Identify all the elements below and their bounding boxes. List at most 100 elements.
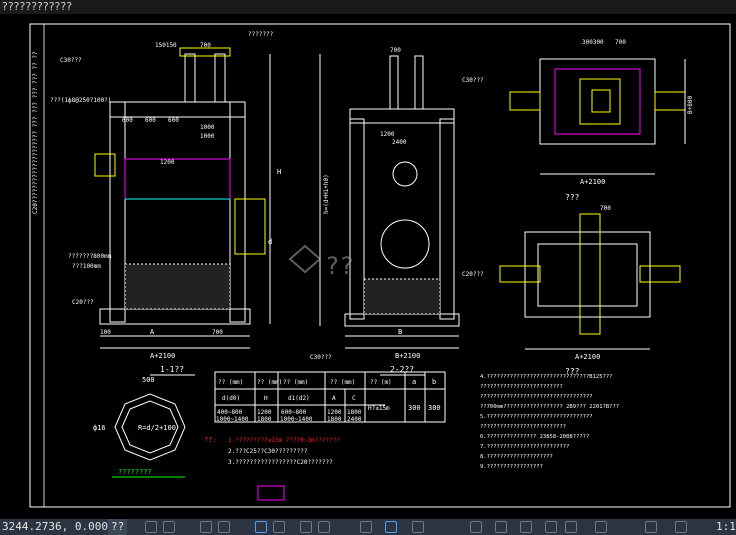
note-r-1: ????????????????????????? [480, 384, 563, 390]
td-r2-0: 400~800 [217, 409, 243, 416]
dim-2400-2: 2400 [392, 139, 407, 146]
wall-right [229, 101, 246, 323]
td-r2-4: 1800 [347, 409, 362, 416]
inner-chamber [124, 158, 231, 200]
ring-dim: 500 [142, 376, 155, 384]
dim-1000a: 1000 [200, 124, 215, 131]
notes-left-1: 1.?????????≤15m ????0~3m??????? [228, 437, 340, 444]
hardware-accel-icon[interactable] [565, 521, 577, 533]
td-r3-1: 1800 [257, 416, 272, 423]
ucs-icon[interactable] [470, 521, 482, 533]
notes-left-label: ??: [204, 436, 217, 444]
lineweight-icon[interactable] [300, 521, 312, 533]
watermark: ?? [288, 244, 354, 280]
title-bar: ???????????? [0, 0, 736, 14]
gravel-fill [124, 263, 231, 310]
wall-left [109, 101, 126, 323]
td-r1-2: d1(d2) [288, 395, 310, 402]
coords-readout: 3244.2736, 0.0000 [2, 520, 115, 533]
dim-700: 700 [212, 329, 223, 336]
dim-b: B [398, 328, 402, 336]
td-r2-2: 600~800 [281, 409, 307, 416]
td-r3-0: 1000~1400 [216, 416, 249, 423]
td-r2-3: 1200 [327, 409, 342, 416]
otrack-icon[interactable] [273, 521, 285, 533]
notes-right: 4.???????????????????????????????B125???… [480, 374, 619, 470]
plan-top-dim-label: A+2100 [580, 178, 605, 186]
osnap-icon[interactable] [255, 521, 267, 533]
ring-bar: ф16 [93, 424, 106, 432]
grid-icon[interactable] [145, 521, 157, 533]
ortho-icon[interactable] [200, 521, 212, 533]
pipe-circle-b [380, 219, 430, 269]
th-5: a [412, 378, 416, 386]
label-wall-note: ???????800mm [68, 253, 112, 260]
note-r-9: 9.????????????????? [480, 464, 543, 470]
dynamic-input-icon[interactable] [495, 521, 507, 533]
plan-bottom-dim-label: A+2100 [575, 353, 600, 361]
label-c30: C30??? [60, 57, 82, 64]
ring-detail: 500 R=d/2+100 ф16 ???????? [93, 376, 186, 478]
plan-top-outer [539, 58, 656, 145]
dim-total-label-2: B+2100 [395, 352, 420, 360]
spec-table: ?? (mm) ?? (mm) ?? (mm) ?? (mm) ?? (m) a… [214, 371, 446, 423]
plan-bottom-dim-top: 700 [600, 205, 611, 212]
td-r2-1: 1200 [257, 409, 272, 416]
model-tab[interactable]: ?? [108, 519, 128, 535]
wall-left-2 [349, 118, 365, 320]
dim-total-label: A+2100 [150, 352, 175, 360]
selection-marker[interactable] [257, 485, 285, 501]
window-title: ???????????? [2, 0, 73, 13]
td-r3-4: 2400 [347, 416, 362, 423]
3d-osnap-icon[interactable] [520, 521, 532, 533]
selection-cycle-icon[interactable] [360, 521, 372, 533]
td-r3-3: 1800 [327, 416, 342, 423]
wall-right-2 [439, 118, 455, 320]
transparency-icon[interactable] [318, 521, 330, 533]
td-r1-1: H [264, 395, 268, 402]
note-r-2: ?????????????????????????????????? [480, 394, 593, 400]
slab-bottom-2 [344, 313, 460, 327]
shaft-left [184, 53, 196, 103]
notes-left-2: 2.???C25??C30????????? [228, 448, 308, 455]
polar-icon[interactable] [218, 521, 230, 533]
dim-top-150: 150150 [155, 42, 177, 49]
td-r2-6: 300 [408, 404, 421, 412]
scale-label[interactable]: 1:1 [716, 519, 736, 535]
note-r-4: 5.???????????????????????????????? [480, 414, 593, 420]
td-r2-5: H?≤15m [368, 405, 390, 412]
label-d: d [268, 238, 272, 246]
notes-left: ??: 1.?????????≤15m ????0~3m??????? 2.??… [204, 436, 340, 466]
customize-icon[interactable] [675, 521, 687, 533]
watermark-logo [288, 244, 322, 274]
pipe-circle-a [392, 161, 418, 187]
th-0: ?? (mm) [218, 379, 243, 386]
slab-top [109, 101, 246, 118]
isolate-icon[interactable] [545, 521, 557, 533]
annotation-scale-icon[interactable] [645, 521, 657, 533]
plan-top-b800: B+800 [687, 96, 694, 114]
th-2: ?? (mm) [283, 379, 308, 386]
dim-600c: 600 [168, 117, 179, 124]
cad-canvas[interactable]: C20???????????????????? ??? ??? ??? ??? … [0, 14, 736, 519]
annotation-icon[interactable] [385, 521, 397, 533]
note-r-0: 4.???????????????????????????????B125??? [480, 374, 612, 380]
td-r3-2: 1000~1400 [280, 416, 313, 423]
workspace-icon[interactable] [412, 521, 424, 533]
note-r-5: ?????????????????????????? [480, 424, 566, 430]
plan-top-inner [591, 89, 611, 113]
td-r1-0: d(d0) [222, 395, 240, 402]
plan-top-shaft [579, 78, 621, 125]
plan-top-pipe-r [654, 91, 686, 111]
snap-icon[interactable] [163, 521, 175, 533]
outlet-pipe [234, 198, 266, 255]
dim-a: A [150, 328, 155, 336]
inlet-pipe [94, 153, 116, 177]
clean-screen-icon[interactable] [595, 521, 607, 533]
note-r-7: 7.????????????????????????? [480, 444, 569, 450]
plan-bottom-inner [537, 243, 638, 307]
shaft-right-2 [414, 55, 424, 110]
dim-top-700: 700 [200, 42, 211, 49]
td-r1-4: C [352, 395, 356, 402]
plan-top-pipe-l [509, 91, 541, 111]
